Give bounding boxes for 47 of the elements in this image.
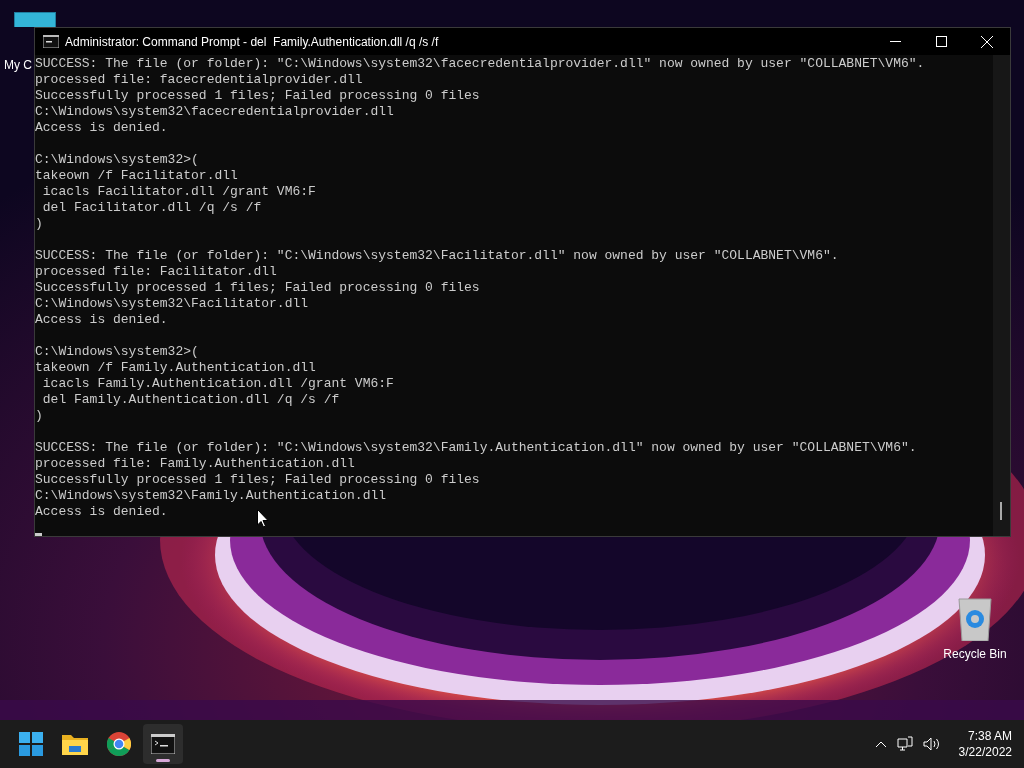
console-line: Successfully processed 1 files; Failed processing 0 files — [35, 88, 480, 104]
console-line: icacls Facilitator.dll /grant VM6:F — [41, 184, 316, 200]
console-line: del Facilitator.dll /q /s /f — [41, 200, 262, 216]
icon-label[interactable]: Recycle Bin — [943, 647, 1007, 661]
windows-logo-icon — [19, 732, 43, 756]
taskbar-app-button[interactable] — [143, 724, 183, 764]
minimize-icon — [889, 41, 901, 42]
console-line: SUCCESS: The file (or folder): "C:\Windows\system32\Facilitator.dll" now owned by user "COLLABNET\VM6". — [35, 248, 839, 264]
mouse-pointer-icon — [257, 509, 269, 528]
console-line: ) — [35, 216, 43, 232]
active-indicator — [156, 759, 170, 762]
scrollbar-thumb[interactable] — [1000, 502, 1002, 520]
folder-icon — [62, 733, 88, 755]
console-line: takeown /f Facilitator.dll — [35, 168, 238, 184]
console-line: ) — [35, 408, 43, 424]
console-line: C:\Windows\system32\Facilitator.dll — [35, 296, 309, 312]
text-cursor — [35, 533, 42, 536]
console-line: Access is denied. — [35, 504, 168, 520]
maximize-icon — [935, 36, 947, 47]
network-icon[interactable] — [896, 736, 913, 752]
clock-time[interactable]: 7:38 AM — [967, 728, 1012, 744]
icon-label[interactable]: My C — [4, 58, 32, 72]
recycle-bin-icon[interactable] — [957, 597, 993, 641]
chevron-up-icon[interactable] — [874, 740, 887, 748]
console-line: Access is denied. — [35, 120, 168, 136]
console-line: C:\Windows\system32\facecredentialprovider.dll — [35, 104, 394, 120]
terminal-icon — [43, 35, 59, 48]
volume-icon[interactable] — [922, 737, 941, 751]
console-line: Successfully processed 1 files; Failed processing 0 files — [35, 472, 480, 488]
console-line: C:\Windows\system32\Family.Authentication.dll — [35, 488, 387, 504]
close-icon — [981, 35, 993, 48]
browser-icon — [107, 732, 131, 756]
console-line: processed file: Family.Authentication.dll — [35, 456, 355, 472]
console-line: Access is denied. — [35, 312, 168, 328]
console-line: takeown /f Family.Authentication.dll — [35, 360, 316, 376]
console-line: SUCCESS: The file (or folder): "C:\Windows\system32\facecredentialprovider.dll" now owned by user "COLLABNET\VM6". — [35, 56, 925, 72]
window-title: Administrator: Command Prompt - del Family.Authentication.dll /q /s /f — [65, 33, 439, 51]
console-line: C:\Windows\system32>( — [35, 152, 199, 168]
console-line: SUCCESS: The file (or folder): "C:\Windows\system32\Family.Authentication.dll" now owned by user "COLLABNET\VM6". — [35, 440, 917, 456]
console-line: C:\Windows\system32>( — [35, 344, 199, 360]
console-line: del Family.Authentication.dll /q /s /f — [41, 392, 340, 408]
clock-date[interactable]: 3/22/2022 — [958, 744, 1012, 760]
terminal-icon — [151, 734, 175, 754]
console-line: processed file: Facilitator.dll — [35, 264, 277, 280]
console-line: Successfully processed 1 files; Failed processing 0 files — [35, 280, 480, 296]
console-line: icacls Family.Authentication.dll /grant VM6:F — [41, 376, 394, 392]
console-line: processed file: facecredentialprovider.dll — [35, 72, 363, 88]
